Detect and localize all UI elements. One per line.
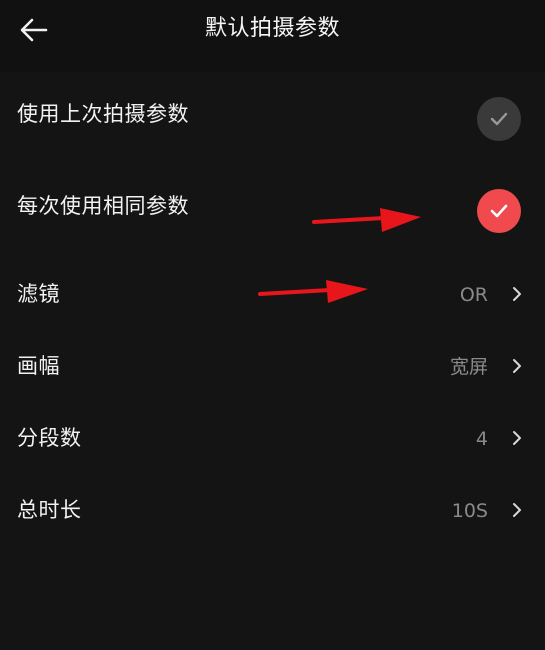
setting-value: OR — [459, 284, 488, 306]
top-bar: 默认拍摄参数 — [0, 0, 545, 72]
chevron-right-icon — [509, 428, 525, 448]
setting-value: 4 — [475, 428, 488, 450]
setting-value: 10S — [451, 500, 488, 522]
option-same-params-each-time[interactable]: 每次使用相同参数 — [0, 182, 545, 242]
page-title: 默认拍摄参数 — [204, 16, 340, 41]
check-icon — [490, 204, 508, 218]
setting-label: 总时长 — [17, 498, 82, 522]
check-icon — [490, 112, 508, 126]
chevron-right-icon — [509, 356, 525, 376]
setting-label: 滤镜 — [17, 282, 60, 306]
chevron-right-icon — [509, 284, 525, 304]
setting-value: 宽屏 — [449, 356, 488, 378]
setting-label: 画幅 — [17, 354, 60, 378]
setting-row-segments[interactable]: 分段数 4 — [0, 420, 545, 460]
option-label: 每次使用相同参数 — [17, 194, 189, 218]
setting-label: 分段数 — [17, 426, 82, 450]
option-use-last-params[interactable]: 使用上次拍摄参数 — [0, 90, 545, 150]
setting-row-filter[interactable]: 滤镜 OR — [0, 276, 545, 316]
setting-row-aspect[interactable]: 画幅 宽屏 — [0, 348, 545, 388]
option-label: 使用上次拍摄参数 — [17, 102, 189, 126]
chevron-right-icon — [509, 500, 525, 520]
unselected-check-button[interactable] — [477, 97, 521, 141]
setting-row-duration[interactable]: 总时长 10S — [0, 492, 545, 532]
selected-check-button[interactable] — [477, 189, 521, 233]
